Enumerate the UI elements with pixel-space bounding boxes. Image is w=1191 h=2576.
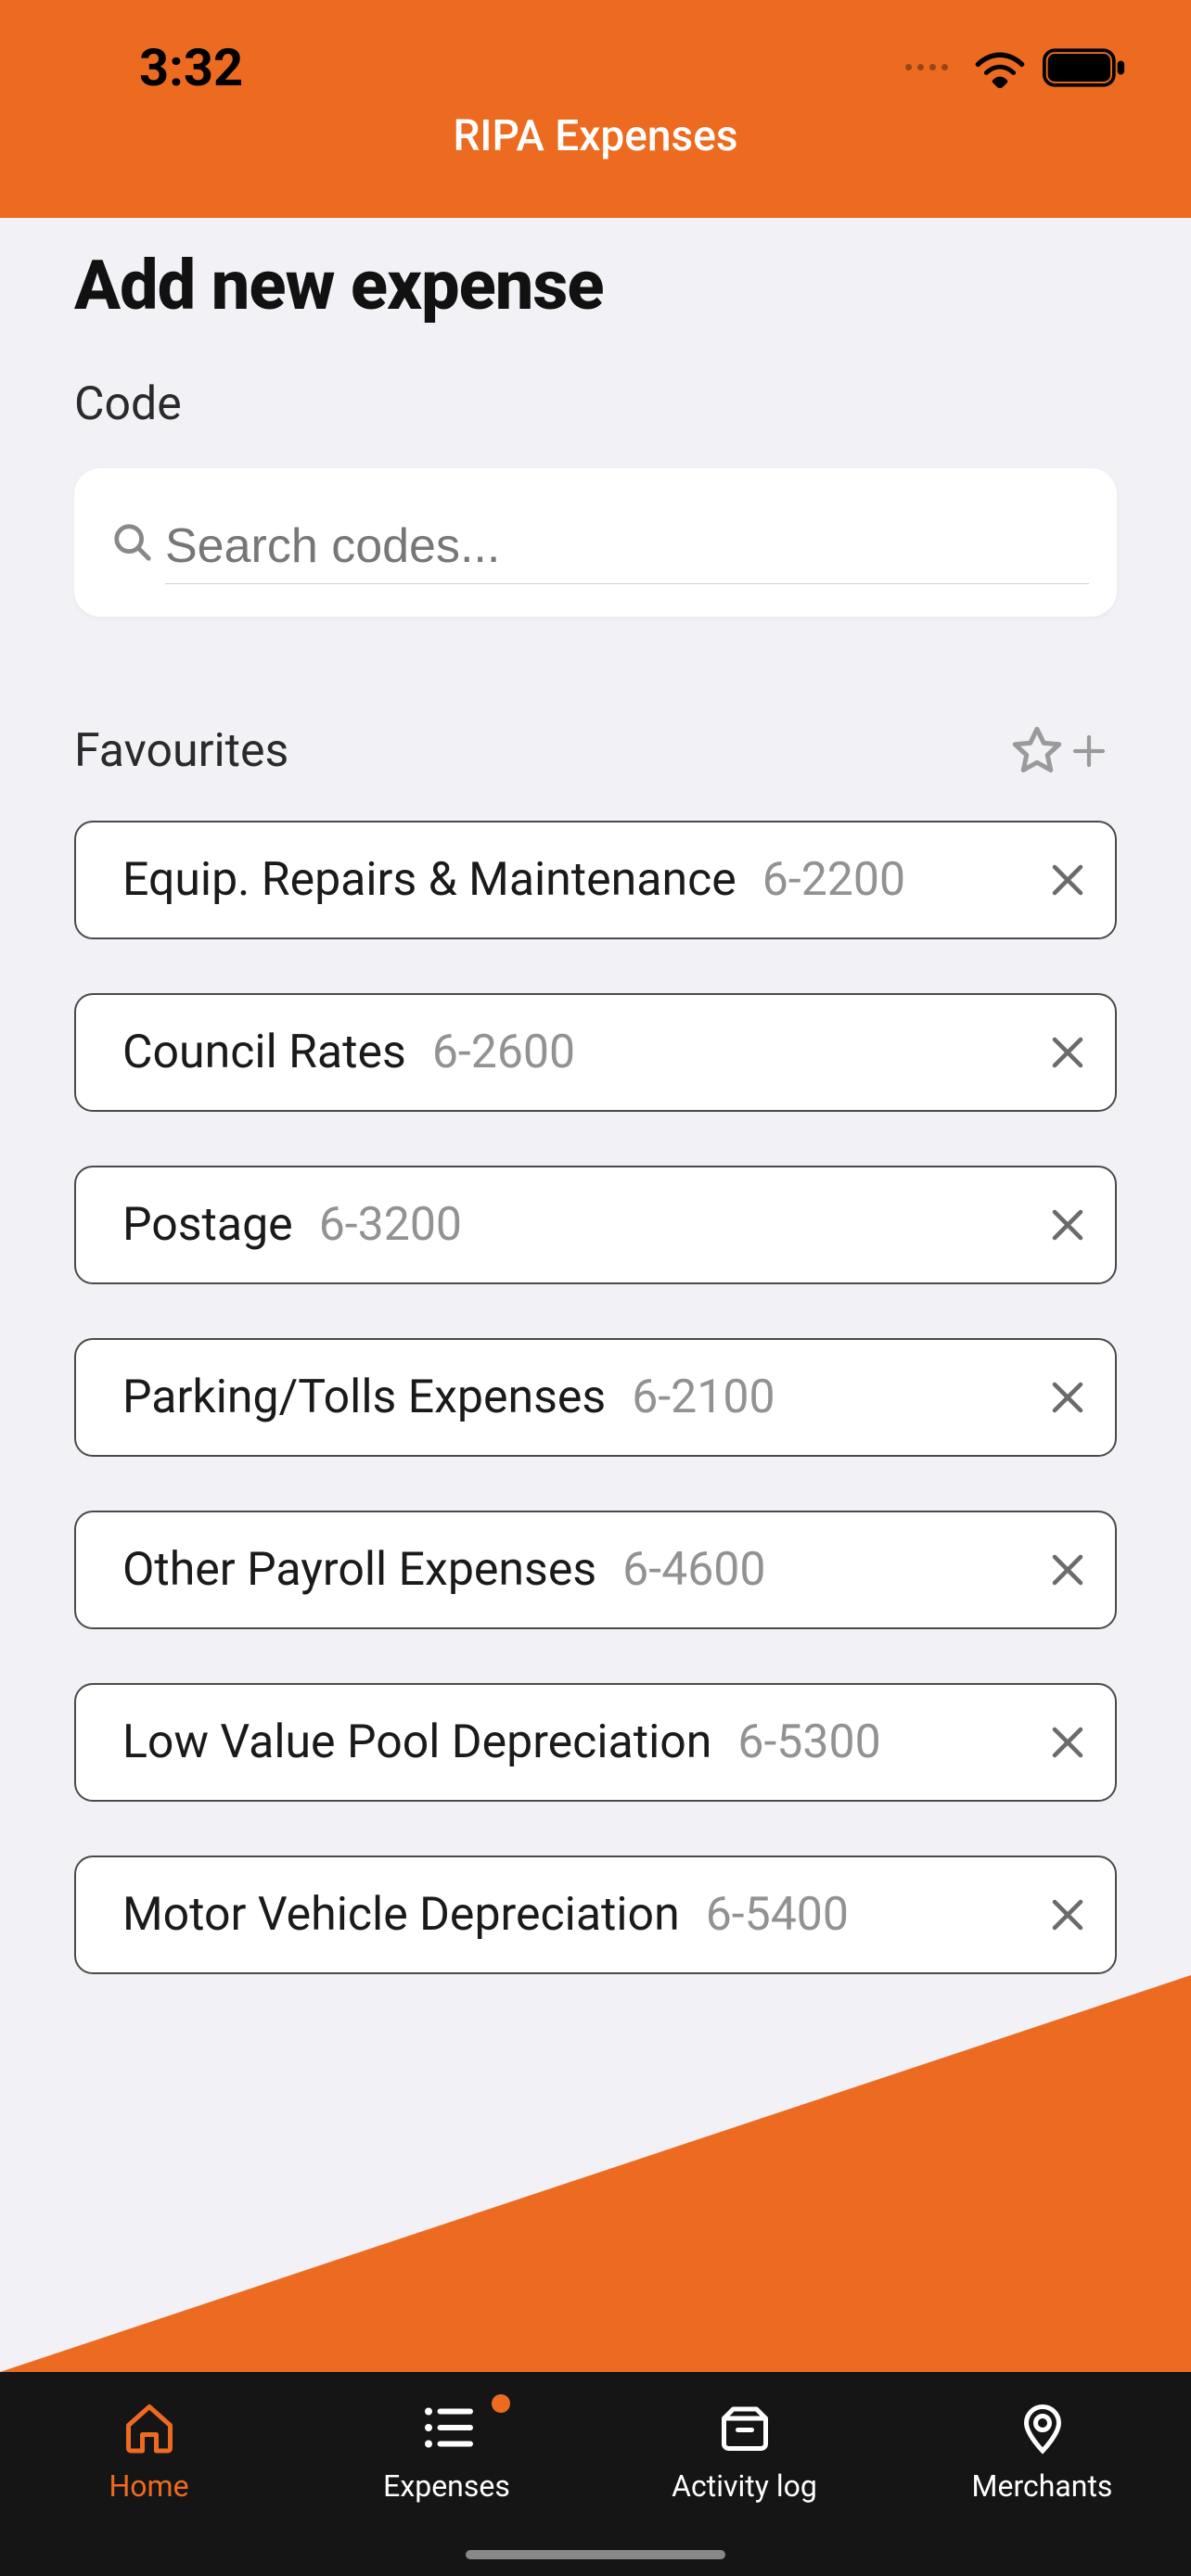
favourite-code: 6-2600: [432, 1026, 575, 1079]
status-indicators: [905, 47, 1126, 88]
status-bar: 3:32: [0, 0, 1191, 102]
page-title: Add new expense: [74, 246, 1117, 326]
favourites-list: Equip. Repairs & Maintenance 6-2200 Counci…: [74, 821, 1117, 1974]
code-label: Code: [74, 377, 1117, 431]
remove-icon[interactable]: [1048, 1895, 1087, 1934]
notification-dot-icon: [492, 2394, 510, 2413]
tab-merchants-label: Merchants: [972, 2468, 1113, 2504]
star-icon[interactable]: [1009, 723, 1065, 779]
tab-home[interactable]: Home: [0, 2400, 298, 2504]
app-header: 3:32 RIPA Expenses: [0, 0, 1191, 218]
favourites-actions: [1009, 723, 1108, 779]
search-icon: [111, 521, 154, 564]
favourite-code: 6-5400: [706, 1888, 849, 1942]
decorative-wedge: [0, 1975, 1191, 2372]
wifi-icon: [974, 47, 1026, 88]
cellular-dots-icon: [905, 64, 948, 70]
favourite-name: Motor Vehicle Depreciation: [122, 1888, 680, 1942]
favourite-code: 6-5300: [737, 1715, 880, 1769]
search-box[interactable]: [74, 468, 1117, 617]
favourite-code: 6-2200: [762, 853, 905, 907]
favourite-name: Parking/Tolls Expenses: [122, 1371, 606, 1424]
favourite-item[interactable]: Equip. Repairs & Maintenance 6-2200: [74, 821, 1117, 939]
favourite-code: 6-2100: [632, 1371, 775, 1424]
search-input[interactable]: [165, 502, 1089, 584]
favourite-item[interactable]: Motor Vehicle Depreciation 6-5400: [74, 1855, 1117, 1974]
favourite-name: Other Payroll Expenses: [122, 1543, 596, 1597]
home-indicator[interactable]: [466, 2550, 725, 2559]
tab-expenses[interactable]: Expenses: [298, 2400, 596, 2504]
remove-icon[interactable]: [1048, 1205, 1087, 1244]
tab-expenses-label: Expenses: [383, 2468, 510, 2504]
favourite-code: 6-3200: [319, 1198, 462, 1252]
favourite-code: 6-4600: [622, 1543, 765, 1597]
tab-home-label: Home: [109, 2468, 188, 2504]
favourites-label: Favourites: [74, 724, 288, 778]
remove-icon[interactable]: [1048, 861, 1087, 899]
content-area: Add new expense Code Favourites Equip. R…: [0, 218, 1191, 1974]
tab-activity-label: Activity log: [672, 2468, 817, 2504]
tab-activity[interactable]: Activity log: [596, 2400, 893, 2504]
remove-icon[interactable]: [1048, 1033, 1087, 1072]
favourite-item[interactable]: Other Payroll Expenses 6-4600: [74, 1511, 1117, 1629]
battery-icon: [1043, 47, 1126, 88]
favourite-item[interactable]: Low Value Pool Depreciation 6-5300: [74, 1683, 1117, 1802]
remove-icon[interactable]: [1048, 1378, 1087, 1417]
favourite-item[interactable]: Parking/Tolls Expenses 6-2100: [74, 1338, 1117, 1457]
remove-icon[interactable]: [1048, 1723, 1087, 1762]
header-title: RIPA Expenses: [0, 102, 1191, 161]
favourite-name: Low Value Pool Depreciation: [122, 1715, 711, 1769]
remove-icon[interactable]: [1048, 1550, 1087, 1589]
favourite-name: Postage: [122, 1198, 293, 1252]
status-time: 3:32: [139, 37, 243, 98]
favourites-header: Favourites: [74, 723, 1117, 779]
favourite-name: Equip. Repairs & Maintenance: [122, 853, 736, 907]
tab-bar: Home Expenses Activity log Merchants: [0, 2372, 1191, 2576]
favourite-item[interactable]: Council Rates 6-2600: [74, 993, 1117, 1112]
plus-icon[interactable]: [1070, 733, 1108, 770]
favourite-name: Council Rates: [122, 1026, 406, 1079]
tab-merchants[interactable]: Merchants: [893, 2400, 1191, 2504]
favourite-item[interactable]: Postage 6-3200: [74, 1166, 1117, 1284]
